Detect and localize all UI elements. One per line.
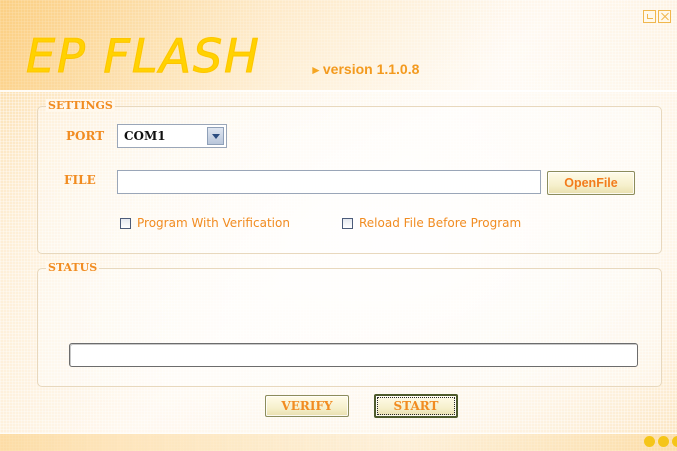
file-label: FILE: [64, 173, 96, 187]
start-button[interactable]: START: [374, 394, 458, 418]
app-logo: EP FLASH: [26, 29, 261, 83]
verify-button[interactable]: VERIFY: [265, 395, 349, 417]
status-title: STATUS: [46, 261, 100, 274]
reload-file-checkbox[interactable]: Reload File Before Program: [342, 216, 521, 230]
settings-title: SETTINGS: [46, 99, 115, 112]
port-label: PORT: [66, 129, 105, 143]
version-label: ►version 1.1.0.8: [310, 61, 419, 77]
header-divider: [0, 90, 677, 92]
reload-file-label: Reload File Before Program: [359, 216, 522, 230]
minimize-icon[interactable]: [643, 10, 656, 23]
window-controls: [643, 10, 671, 23]
arrow-right-icon: ►: [310, 63, 322, 77]
program-with-verification-checkbox[interactable]: Program With Verification: [120, 216, 290, 230]
status-group: STATUS: [37, 261, 662, 387]
footer-band: [0, 433, 677, 451]
decorative-dots: [644, 436, 677, 447]
close-icon[interactable]: [658, 10, 671, 23]
dot-icon: [644, 436, 655, 447]
dot-icon: [672, 436, 677, 447]
port-select[interactable]: COM1: [117, 124, 227, 148]
ep-flash-window: EP FLASH ►version 1.1.0.8 SETTINGS PORT …: [0, 0, 677, 451]
program-with-verification-label: Program With Verification: [137, 216, 290, 230]
checkbox-box[interactable]: [120, 217, 131, 229]
progress-bar: [69, 343, 638, 367]
version-text: version 1.1.0.8: [322, 61, 420, 77]
start-button-label: START: [377, 397, 455, 415]
port-select-value: COM1: [124, 129, 166, 143]
checkbox-box[interactable]: [342, 217, 353, 229]
file-path-input[interactable]: [117, 170, 541, 194]
open-file-button[interactable]: OpenFile: [547, 171, 635, 195]
chevron-down-icon[interactable]: [207, 127, 224, 145]
dot-icon: [658, 436, 669, 447]
